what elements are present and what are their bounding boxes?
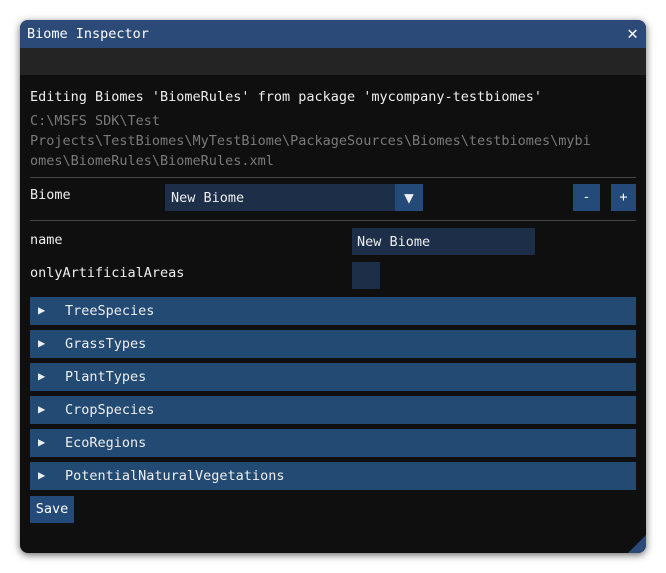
expand-arrow-icon: ▶ (38, 369, 46, 383)
name-value: New Biome (357, 234, 431, 250)
only-artificial-areas-label: onlyArtificialAreas (30, 265, 185, 281)
path-line: C:\MSFS SDK\Test (30, 113, 161, 129)
section-label: PotentialNaturalVegetations (65, 468, 285, 484)
section-crop-species[interactable]: ▶ CropSpecies (30, 396, 636, 424)
section-label: EcoRegions (65, 435, 147, 451)
expand-arrow-icon: ▶ (38, 336, 46, 350)
biome-inspector-window: Biome Inspector ✕ Editing Biomes 'BiomeR… (20, 20, 646, 553)
biome-dropdown[interactable]: New Biome ▼ (165, 184, 423, 211)
only-artificial-areas-checkbox[interactable] (352, 262, 380, 289)
editing-info: Editing Biomes 'BiomeRules' from package… (30, 89, 543, 105)
section-label: TreeSpecies (65, 303, 155, 319)
resize-grip[interactable] (628, 535, 646, 553)
divider (30, 220, 636, 221)
expand-arrow-icon: ▶ (38, 402, 46, 416)
close-icon[interactable]: ✕ (627, 23, 638, 44)
menu-bar (20, 48, 646, 75)
expand-arrow-icon: ▶ (38, 435, 46, 449)
biome-label: Biome (30, 187, 71, 203)
save-button[interactable]: Save (30, 496, 74, 523)
window-title: Biome Inspector (27, 26, 149, 42)
name-input[interactable]: New Biome (352, 228, 535, 255)
title-bar[interactable]: Biome Inspector ✕ (20, 20, 646, 48)
biome-selected: New Biome (171, 190, 245, 206)
divider (30, 177, 636, 178)
chevron-down-icon[interactable]: ▼ (395, 184, 423, 211)
section-eco-regions[interactable]: ▶ EcoRegions (30, 429, 636, 457)
section-plant-types[interactable]: ▶ PlantTypes (30, 363, 636, 391)
section-tree-species[interactable]: ▶ TreeSpecies (30, 297, 636, 325)
section-label: CropSpecies (65, 402, 155, 418)
path-line: omes\BiomeRules\BiomeRules.xml (30, 153, 274, 169)
name-label: name (30, 232, 63, 248)
section-potential-natural-vegetations[interactable]: ▶ PotentialNaturalVegetations (30, 462, 636, 490)
section-label: PlantTypes (65, 369, 147, 385)
expand-arrow-icon: ▶ (38, 468, 46, 482)
add-biome-button[interactable]: + (611, 184, 636, 211)
remove-biome-button[interactable]: - (573, 184, 600, 211)
section-label: GrassTypes (65, 336, 147, 352)
path-line: Projects\TestBiomes\MyTestBiome\PackageS… (30, 133, 591, 149)
section-grass-types[interactable]: ▶ GrassTypes (30, 330, 636, 358)
expand-arrow-icon: ▶ (38, 303, 46, 317)
